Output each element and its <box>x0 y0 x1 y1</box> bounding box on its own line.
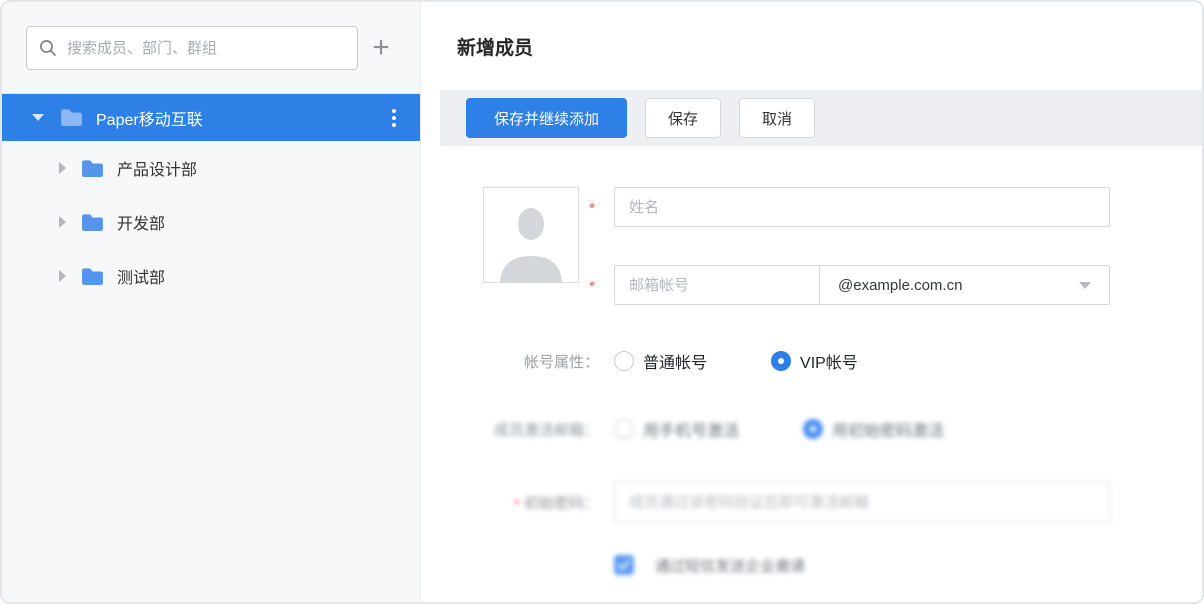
initial-password-row: *初始密码： <box>421 482 1202 523</box>
sms-invite-row: 通过短信发送企业邀请 <box>421 545 1202 585</box>
chevron-down-icon <box>1079 282 1091 289</box>
tree-item-label: 测试部 <box>117 264 165 288</box>
checkbox-checked-icon[interactable] <box>614 555 634 575</box>
email-group: @example.com.cn <box>614 265 1110 305</box>
member-form: * * @example.com.cn 帐号属性： <box>421 146 1202 602</box>
radio-normal-account[interactable]: 普通帐号 <box>614 349 707 373</box>
folder-icon <box>60 108 83 127</box>
email-input[interactable] <box>615 266 819 304</box>
radio-activate-by-password[interactable]: 用初始密码激活 <box>803 417 944 441</box>
email-domain-value: @example.com.cn <box>838 277 1079 294</box>
caret-down-icon[interactable] <box>32 114 44 121</box>
radio-label: 普通帐号 <box>643 349 707 373</box>
cancel-button[interactable]: 取消 <box>739 98 815 138</box>
activation-row: 成员激活邮箱： 用手机号激活 用初始密码激活 <box>421 409 1202 449</box>
caret-right-icon[interactable] <box>59 162 66 174</box>
email-domain-select[interactable]: @example.com.cn <box>819 266 1109 304</box>
search-input[interactable] <box>67 40 345 57</box>
radio-icon[interactable] <box>614 351 634 371</box>
tree-item-root[interactable]: Paper移动互联 <box>2 94 420 141</box>
tree-item-test[interactable]: 测试部 <box>2 249 420 303</box>
main-panel: 新增成员 保存并继续添加 保存 取消 * * <box>421 2 1202 602</box>
tree-item-dev[interactable]: 开发部 <box>2 195 420 249</box>
toolbar: 保存并继续添加 保存 取消 <box>440 90 1202 146</box>
radio-label: 用手机号激活 <box>643 417 739 441</box>
folder-icon <box>81 267 104 286</box>
page-title: 新增成员 <box>457 33 1202 60</box>
tree-item-design[interactable]: 产品设计部 <box>2 141 420 195</box>
search-icon <box>39 39 57 57</box>
radio-icon[interactable] <box>614 419 634 439</box>
app-window: + Paper移动互联 产品设计部 <box>0 0 1204 604</box>
avatar-placeholder[interactable] <box>483 187 579 283</box>
initial-password-input[interactable] <box>614 482 1110 523</box>
search-box[interactable] <box>26 26 358 70</box>
save-and-continue-button[interactable]: 保存并继续添加 <box>466 98 627 138</box>
folder-icon <box>81 213 104 232</box>
folder-icon <box>81 159 104 178</box>
radio-label: VIP帐号 <box>800 349 858 373</box>
save-button[interactable]: 保存 <box>645 98 721 138</box>
tree-item-label: 产品设计部 <box>117 156 197 180</box>
caret-right-icon[interactable] <box>59 216 66 228</box>
tree-root-label: Paper移动互联 <box>96 106 384 130</box>
radio-checked-icon[interactable] <box>803 419 823 439</box>
radio-checked-icon[interactable] <box>771 351 791 371</box>
sms-invite-label: 通过短信发送企业邀请 <box>655 555 805 576</box>
radio-activate-by-phone[interactable]: 用手机号激活 <box>614 417 739 441</box>
name-input[interactable] <box>614 187 1110 227</box>
main-header: 新增成员 <box>421 2 1202 90</box>
account-type-row: 帐号属性： 普通帐号 VIP帐号 <box>421 341 1202 381</box>
radio-vip-account[interactable]: VIP帐号 <box>771 349 858 373</box>
more-options-icon[interactable] <box>384 109 404 127</box>
account-type-label: 帐号属性： <box>421 351 614 372</box>
tree-item-label: 开发部 <box>117 210 165 234</box>
radio-label: 用初始密码激活 <box>832 417 944 441</box>
person-icon <box>492 200 570 282</box>
caret-right-icon[interactable] <box>59 270 66 282</box>
department-tree: Paper移动互联 产品设计部 开发部 <box>2 94 420 602</box>
sidebar-search-area: + <box>2 2 420 94</box>
sidebar: + Paper移动互联 产品设计部 <box>2 2 421 602</box>
initial-password-label: *初始密码： <box>421 492 614 513</box>
activation-label: 成员激活邮箱： <box>421 419 614 440</box>
add-button[interactable]: + <box>362 29 400 67</box>
